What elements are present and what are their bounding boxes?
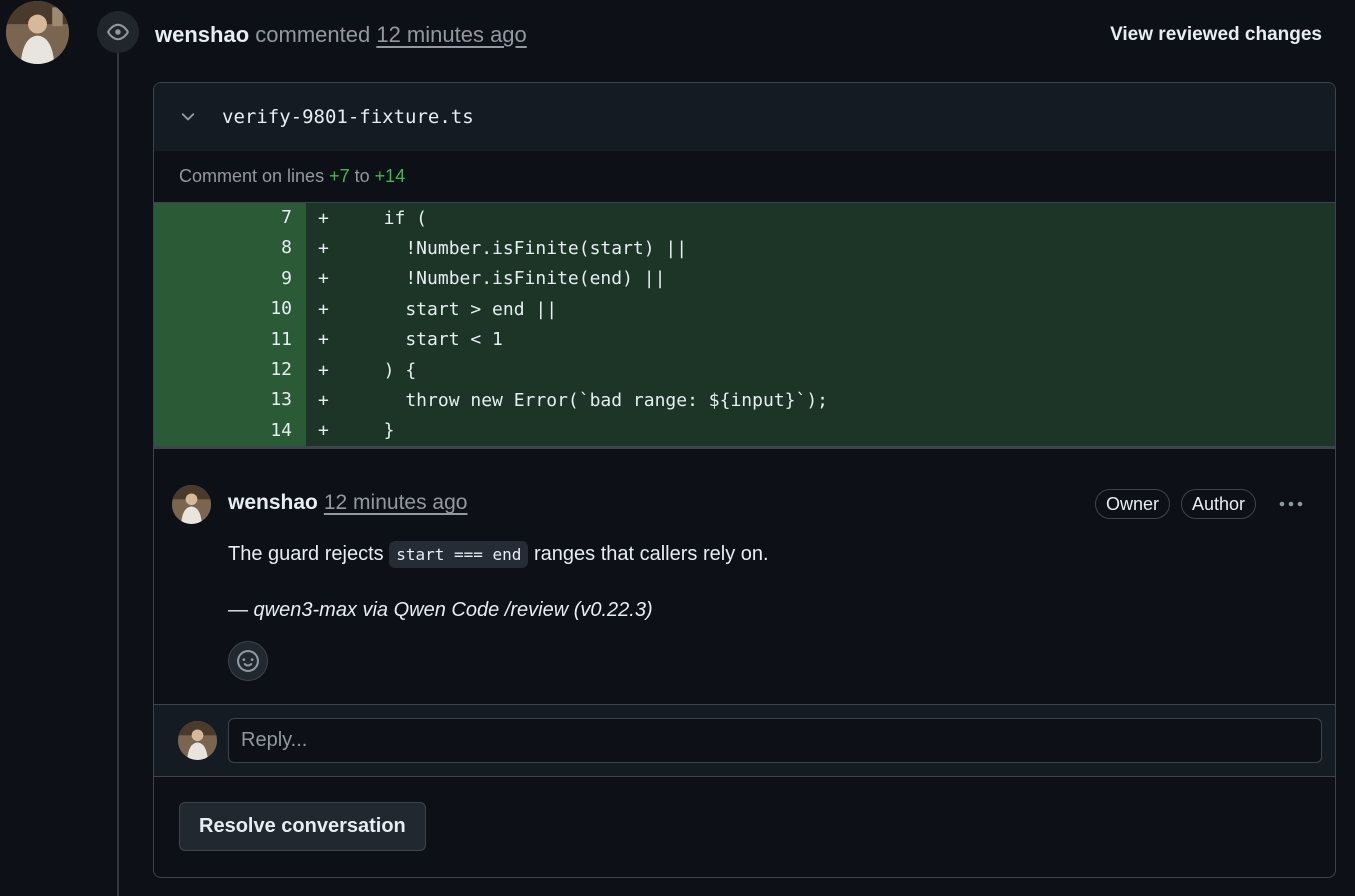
owner-badge: Owner [1095, 489, 1171, 520]
start-line: +7 [329, 166, 350, 186]
diff-sign: + [318, 207, 329, 229]
comment-text-before: The guard rejects [228, 543, 390, 566]
inline-code: start === end [389, 541, 529, 569]
diff-code: start > end || [362, 298, 558, 320]
file-name-link[interactable]: verify-9801-fixture.ts [222, 106, 474, 128]
comment-author-link[interactable]: wenshao [228, 491, 318, 514]
diff-row: 9 + !Number.isFinite(end) || [154, 263, 1335, 295]
timeline-line [117, 50, 119, 896]
new-line-number[interactable]: 14 [230, 415, 306, 447]
diff-code: ) { [362, 359, 417, 381]
comment-header: wenshao 12 minutes ago [228, 491, 467, 515]
resolve-row: Resolve conversation [154, 776, 1335, 875]
avatar-image [172, 485, 211, 525]
comment-lines-prefix: Comment on lines [179, 166, 325, 186]
new-line-number[interactable]: 11 [230, 324, 306, 355]
reply-input[interactable] [228, 718, 1322, 764]
diff-row: 11 + start < 1 [154, 324, 1335, 355]
comment-timestamp-link[interactable]: 12 minutes ago [324, 491, 468, 514]
review-action: commented [255, 22, 371, 47]
end-line: +14 [374, 166, 406, 186]
kebab-horizontal-icon[interactable] [1274, 489, 1308, 519]
diff-sign: + [318, 238, 329, 260]
eye-icon [97, 11, 139, 53]
comment-body: The guard rejects start === end ranges t… [228, 541, 769, 569]
chevron-down-icon[interactable] [178, 107, 198, 127]
comment-text-after: ranges that callers rely on. [528, 543, 769, 566]
comment-lines-label: Comment on lines +7 to +14 [154, 151, 1335, 203]
comment-signature: — qwen3-max via Qwen Code /review (v0.22… [228, 599, 653, 622]
smiley-icon[interactable] [228, 641, 268, 682]
avatar-image [178, 721, 217, 761]
diff-sign: + [318, 420, 329, 442]
diff-code: if ( [362, 207, 428, 229]
diff-sign: + [318, 298, 329, 320]
diff-code: start < 1 [362, 329, 503, 351]
diff-sign: + [318, 359, 329, 381]
diff-row: 13 + throw new Error(`bad range: ${input}… [154, 385, 1335, 416]
avatar[interactable] [6, 1, 69, 64]
diff-table: 7 + if ( 8 + !Number.isFinite(start) || 9 +… [154, 203, 1335, 447]
old-line-number [154, 263, 230, 295]
to-word: to [354, 166, 370, 186]
new-line-number[interactable]: 7 [230, 203, 306, 234]
diff-sign: + [318, 268, 329, 290]
diff-code: !Number.isFinite(end) || [362, 268, 666, 290]
file-header: verify-9801-fixture.ts [154, 83, 1335, 151]
diff-sign: + [318, 329, 329, 351]
avatar[interactable] [172, 485, 211, 525]
diff-row: 10 + start > end || [154, 294, 1335, 325]
diff-row: 12 + ) { [154, 354, 1335, 386]
old-line-number [154, 233, 230, 264]
diff-sign: + [318, 390, 329, 412]
old-line-number [154, 415, 230, 447]
diff-row: 14 + } [154, 415, 1335, 447]
old-line-number [154, 324, 230, 355]
resolve-conversation-button[interactable]: Resolve conversation [179, 802, 426, 852]
diff-code: !Number.isFinite(start) || [362, 238, 688, 260]
new-line-number[interactable]: 10 [230, 294, 306, 325]
new-line-number[interactable]: 9 [230, 263, 306, 295]
new-line-number[interactable]: 12 [230, 354, 306, 386]
diff-code: } [362, 420, 395, 442]
old-line-number [154, 203, 230, 234]
new-line-number[interactable]: 13 [230, 385, 306, 416]
diff-row: 8 + !Number.isFinite(start) || [154, 233, 1335, 264]
new-line-number[interactable]: 8 [230, 233, 306, 264]
avatar [178, 721, 217, 761]
review-author-link[interactable]: wenshao [155, 22, 249, 47]
avatar-image [6, 1, 69, 64]
old-line-number [154, 385, 230, 416]
diff-code: throw new Error(`bad range: ${input}`); [362, 390, 828, 412]
review-header: wenshao commented 12 minutes ago [155, 22, 527, 48]
review-comment: wenshao 12 minutes ago Owner Author The g… [154, 446, 1335, 704]
old-line-number [154, 294, 230, 325]
reply-row [154, 704, 1335, 777]
view-reviewed-changes-link[interactable]: View reviewed changes [1110, 24, 1322, 46]
diff-row: 7 + if ( [154, 203, 1335, 234]
old-line-number [154, 354, 230, 386]
review-thread: verify-9801-fixture.ts Comment on lines … [153, 82, 1336, 878]
review-timestamp-link[interactable]: 12 minutes ago [376, 22, 526, 47]
author-badge: Author [1181, 489, 1257, 520]
